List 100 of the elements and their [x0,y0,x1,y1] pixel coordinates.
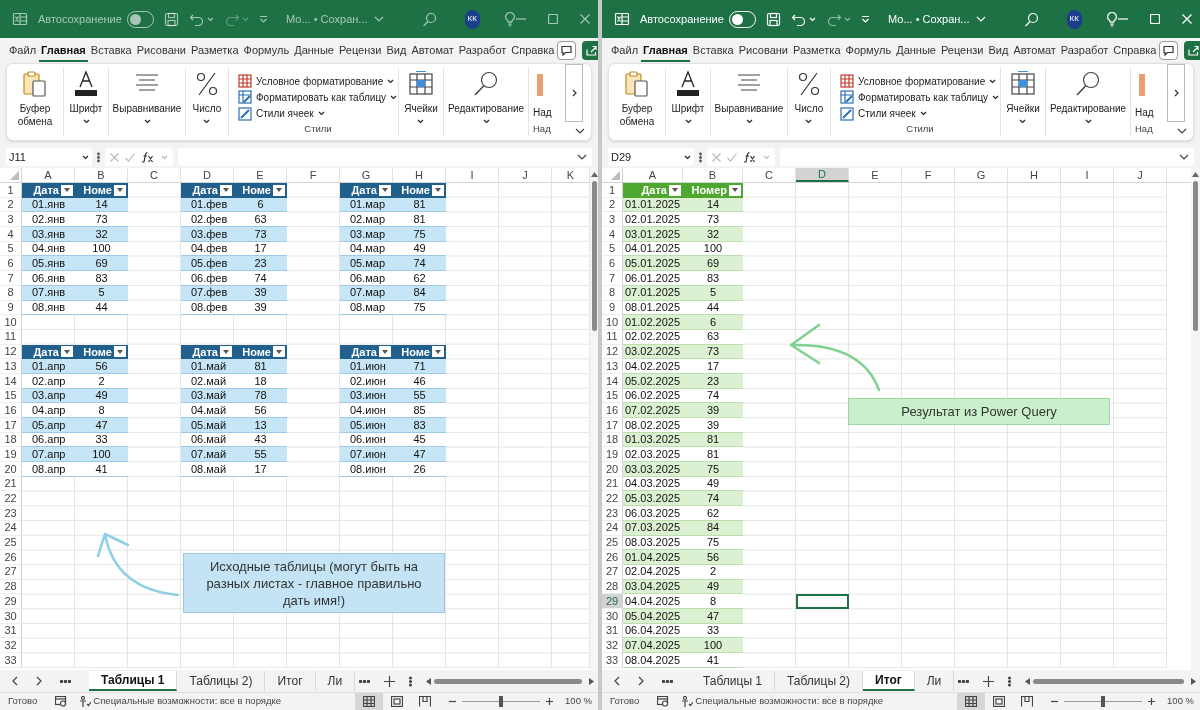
column-header[interactable]: D [181,168,234,182]
chevron-right-icon[interactable] [638,676,644,686]
save-icon[interactable] [766,11,782,27]
zoom-slider-thumb[interactable] [499,696,504,707]
customize-icon[interactable] [861,14,871,24]
search-icon[interactable] [421,11,437,27]
sheet-tab[interactable]: Итог [863,671,915,691]
accessibility-status[interactable]: Специальные возможности: все в порядке [93,694,282,709]
row-header[interactable]: 11 [0,329,22,345]
zoom-in-icon[interactable] [1148,698,1156,705]
excel-icon[interactable] [614,11,630,27]
view-button[interactable] [355,692,384,710]
more-icon[interactable] [97,151,100,163]
menu-tab[interactable]: Вставка [88,40,134,62]
accessibility-icon[interactable] [79,695,92,708]
cells-button[interactable]: Ячейки [403,68,439,136]
formula-input[interactable] [178,148,592,166]
more-tabs-icon[interactable] [359,679,371,683]
menu-tab[interactable]: Вид [384,40,409,62]
filter-button[interactable] [114,346,126,358]
comments-button[interactable] [557,41,577,60]
row-header[interactable]: 33 [0,653,22,668]
view-button[interactable] [957,692,986,710]
maximize-icon[interactable] [1150,14,1160,24]
row-header[interactable]: 29 [602,594,623,609]
save-icon[interactable] [164,11,180,27]
maximize-icon[interactable] [548,14,558,24]
align-button[interactable]: Выравнивание [111,68,183,136]
row-header[interactable]: 31 [0,623,22,639]
search-icon[interactable] [1023,11,1039,27]
row-header[interactable]: 30 [0,608,22,624]
horizontal-scrollbar[interactable] [426,677,594,685]
options-icon[interactable] [1008,675,1012,687]
filter-button[interactable] [379,346,391,358]
lightbulb-icon[interactable] [1106,11,1118,27]
menu-tab[interactable]: Файл [609,40,641,62]
sheet-tab[interactable]: Ли [315,671,356,691]
column-header[interactable]: E [849,168,902,182]
menu-tab[interactable]: Вид [986,40,1011,62]
filter-button[interactable] [220,184,232,196]
filter-button[interactable] [432,184,444,196]
clipboard-button[interactable]: Буфер обмена [609,68,665,136]
column-header[interactable]: D [796,168,849,182]
editing-button[interactable]: Редактирование [1048,68,1128,136]
document-title[interactable]: Мо... • Сохран... [888,10,970,28]
column-header[interactable]: G [955,168,1008,182]
row-header[interactable]: 26 [0,550,22,565]
more-icon[interactable] [699,151,702,163]
row-header[interactable]: 22 [0,491,22,507]
function-icon[interactable] [743,151,757,163]
filter-button[interactable] [114,184,126,196]
column-header[interactable]: E [234,168,287,182]
filter-button[interactable] [669,184,681,196]
font-button[interactable]: Шрифт [670,68,706,136]
number-button[interactable]: Число [191,68,223,136]
menu-tab[interactable]: Формуль [241,40,292,62]
accessibility-icon[interactable] [681,695,694,708]
menu-tab[interactable]: Рисовани [736,40,790,62]
name-box[interactable]: J11 [6,148,92,166]
options-icon[interactable] [409,675,413,687]
macro-icon[interactable] [55,696,68,707]
more-tabs-icon[interactable] [662,679,673,683]
row-header[interactable]: 27 [0,564,22,580]
user-avatar[interactable]: КК [1066,9,1082,29]
filter-button[interactable] [273,184,285,196]
menu-tab[interactable]: Разработ [1058,40,1111,62]
ribbon-button[interactable]: Условное форматирование [238,73,398,90]
menu-tab[interactable]: Автомат [409,40,456,62]
column-header[interactable]: A [22,168,75,182]
column-header[interactable]: J [1114,168,1167,182]
add-sheet-icon[interactable] [384,675,396,687]
filter-button[interactable] [61,346,73,358]
column-header[interactable]: I [1061,168,1114,182]
cell-cursor[interactable] [796,594,849,609]
row-header[interactable]: 21 [0,476,22,492]
menu-tab[interactable]: Рецензи [336,40,384,62]
menu-tab[interactable]: Формуль [843,40,894,62]
user-avatar[interactable]: КК [464,9,480,29]
chevron-down-icon[interactable] [373,16,384,22]
ribbon-button[interactable]: Стили ячеек [238,105,398,122]
macro-icon[interactable] [657,696,670,707]
menu-tab[interactable]: Справка [1111,40,1159,62]
formula-input[interactable] [780,148,1194,166]
customize-icon[interactable] [259,14,269,24]
lightbulb-icon[interactable] [504,11,516,27]
column-header[interactable]: F [287,168,340,182]
chevron-left-icon[interactable] [614,676,620,686]
menu-tab[interactable]: Справка [509,40,557,62]
filter-button[interactable] [273,346,285,358]
menu-tab[interactable]: Разметка [188,40,241,62]
ribbon-button[interactable]: Форматировать как таблицу [238,89,398,106]
row-header[interactable]: 32 [0,638,22,653]
menu-tab[interactable]: Данные [894,40,938,62]
zoom-out-icon[interactable] [1051,698,1059,705]
collapse-ribbon-button[interactable] [1177,128,1187,134]
editing-button[interactable]: Редактирование [446,68,526,136]
column-header[interactable]: I [446,168,499,182]
zoom-in-icon[interactable] [546,698,554,705]
sheet-tab[interactable]: Таблицы 2) [177,671,266,691]
zoom-out-icon[interactable] [449,698,457,705]
